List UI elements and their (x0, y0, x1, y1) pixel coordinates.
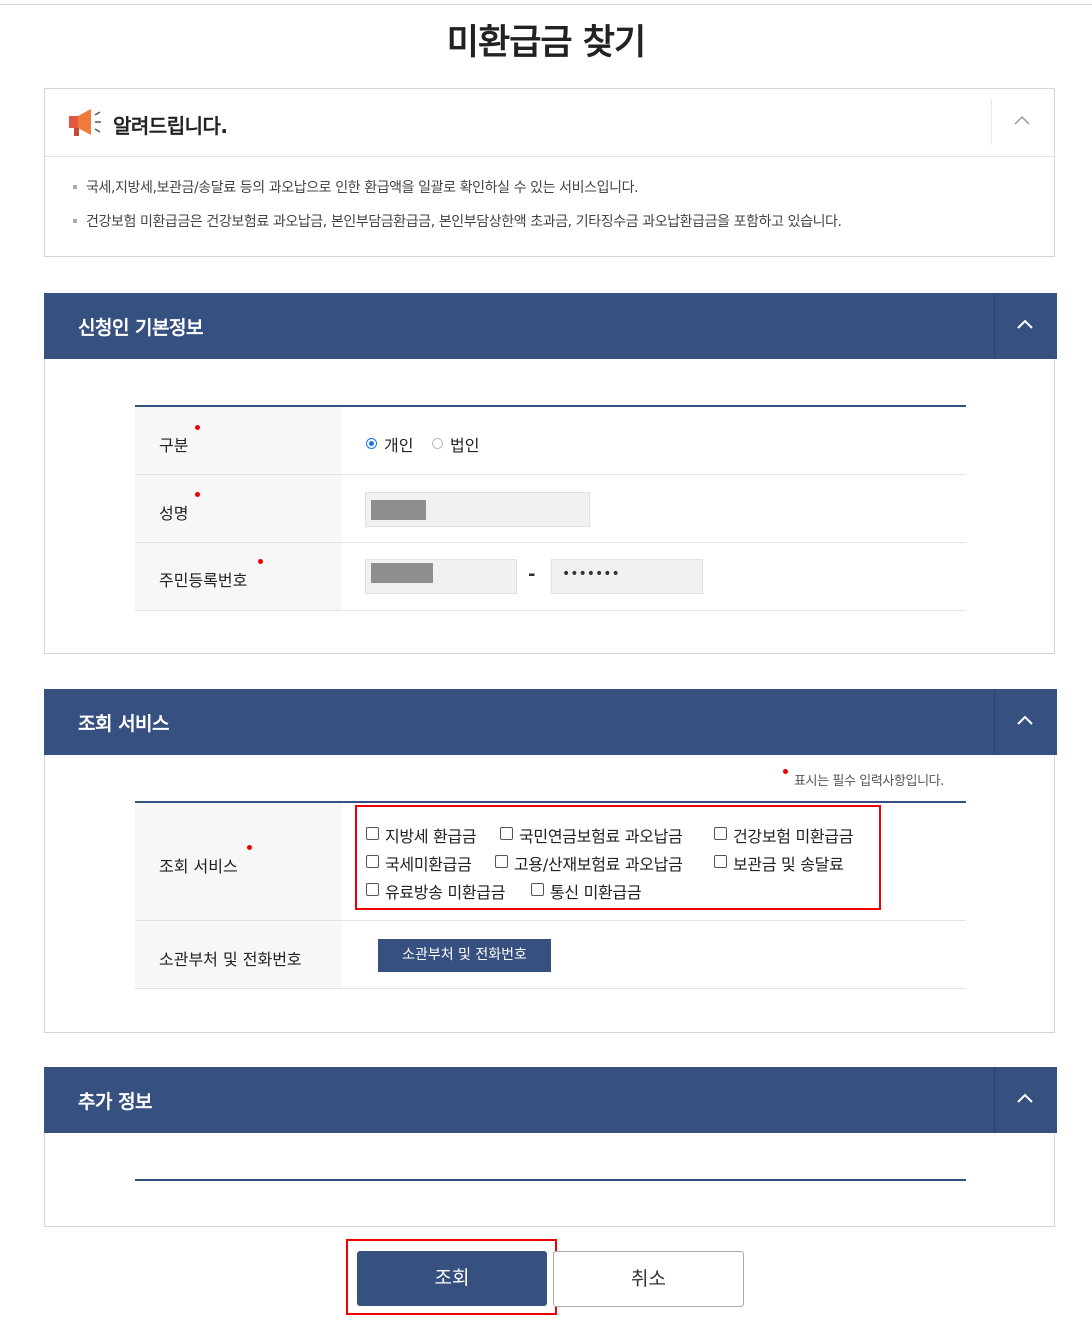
type-header-cell: 구분 (135, 407, 342, 474)
type-row: 구분 개인 법인 (135, 407, 966, 475)
extra-collapse-toggle[interactable] (994, 1067, 1057, 1133)
checkbox-health-insurance-refund[interactable] (714, 827, 727, 840)
type-value-cell: 개인 법인 (342, 407, 966, 474)
service-section-header: 조회 서비스 (44, 689, 1057, 755)
dept-header-cell: 소관부처 및 전화번호 (135, 921, 342, 988)
required-dot (195, 492, 200, 497)
notice-collapse-toggle[interactable] (991, 99, 1054, 145)
required-dot (258, 559, 263, 564)
notice-line: 국세,지방세,보관금/송달료 등의 과오납으로 인한 환급액을 일괄로 확인하실… (73, 177, 842, 211)
chevron-up-icon (1017, 319, 1033, 329)
page-title: 미환급금 찾기 (446, 23, 646, 63)
checkbox-label[interactable]: 지방세 환급금 (385, 823, 477, 847)
required-dot (783, 769, 788, 774)
notice-title: 알려드립니다. (113, 114, 228, 138)
service-row: 조회 서비스 지방세 환급금 국민연금보험료 과오납금 건강보험 미환급금 국세… (135, 803, 966, 921)
dept-row: 소관부처 및 전화번호 소관부처 및 전화번호 (135, 921, 966, 989)
rrn-back-input[interactable]: ••••••• (551, 559, 703, 594)
checkbox-label[interactable]: 국세미환급금 (385, 851, 472, 875)
checkbox-label[interactable]: 통신 미환급금 (550, 879, 642, 903)
dept-phone-button[interactable]: 소관부처 및 전화번호 (378, 939, 551, 972)
service-label: 조회 서비스 (159, 857, 238, 876)
checkbox-label[interactable]: 고용/산재보험료 과오납금 (514, 851, 683, 875)
dept-value-cell: 소관부처 및 전화번호 (342, 921, 966, 988)
radio-corporation-label[interactable]: 법인 (450, 432, 479, 456)
applicant-section-title: 신청인 기본정보 (78, 317, 203, 339)
extra-section-title: 추가 정보 (78, 1091, 153, 1113)
name-label: 성명 (159, 504, 189, 523)
top-divider (0, 4, 1092, 5)
notice-line: 건강보험 미환급금은 건강보험료 과오납금, 본인부담금환급금, 본인부담상한액… (73, 211, 842, 245)
checkbox-deposit-and-service-fee[interactable] (714, 855, 727, 868)
notice-box: 알려드립니다. 국세,지방세,보관금/송달료 등의 과오납으로 인한 환급액을 … (44, 88, 1055, 257)
name-input[interactable] (365, 492, 590, 527)
checkbox-employment-insurance-overpayment[interactable] (495, 855, 508, 868)
chevron-up-icon (1017, 715, 1033, 725)
service-form-table: 조회 서비스 지방세 환급금 국민연금보험료 과오납금 건강보험 미환급금 국세… (135, 801, 966, 989)
checkbox-label[interactable]: 보관금 및 송달료 (733, 851, 844, 875)
radio-corporation[interactable] (432, 438, 443, 449)
notice-line-text: 국세,지방세,보관금/송달료 등의 과오납으로 인한 환급액을 일괄로 확인하실… (86, 180, 639, 196)
name-header-cell: 성명 (135, 475, 342, 542)
name-value-cell (342, 475, 966, 542)
checkbox-local-tax-refund[interactable] (366, 827, 379, 840)
notice-header: 알려드립니다. (45, 89, 1054, 157)
radio-individual[interactable] (366, 438, 377, 449)
chevron-up-icon (1017, 1093, 1033, 1103)
masked-rrn-front (371, 563, 433, 583)
bullet-icon (73, 219, 77, 223)
notice-body: 국세,지방세,보관금/송달료 등의 과오납으로 인한 환급액을 일괄로 확인하실… (73, 177, 842, 245)
checkbox-label[interactable]: 국민연금보험료 과오납금 (519, 823, 683, 847)
checkbox-telecom-refund[interactable] (531, 883, 544, 896)
search-button[interactable]: 조회 (357, 1251, 547, 1306)
chevron-up-icon (1014, 115, 1030, 125)
extra-section: 추가 정보 (44, 1067, 1057, 1227)
service-section-title: 조회 서비스 (78, 713, 170, 735)
service-section: 조회 서비스 표시는 필수 입력사항입니다. 조회 서비스 지방세 환급금 국민… (44, 689, 1057, 1033)
service-collapse-toggle[interactable] (994, 689, 1057, 755)
name-row: 성명 (135, 475, 966, 543)
applicant-form-table: 구분 개인 법인 성명 주민등록번호 - ••••••• (135, 405, 966, 611)
applicant-section-header: 신청인 기본정보 (44, 293, 1057, 359)
checkbox-pay-tv-refund[interactable] (366, 883, 379, 896)
service-header-cell: 조회 서비스 (135, 803, 342, 920)
radio-individual-label[interactable]: 개인 (384, 432, 413, 456)
notice-line-text: 건강보험 미환급금은 건강보험료 과오납금, 본인부담금환급금, 본인부담상한액… (86, 214, 842, 230)
required-note: 표시는 필수 입력사항입니다. (794, 774, 944, 789)
extra-form-table (135, 1179, 966, 1181)
checkbox-national-pension-overpayment[interactable] (500, 827, 513, 840)
applicant-section: 신청인 기본정보 구분 개인 법인 성명 주민등록번호 - ••••••• (44, 293, 1057, 654)
bullet-icon (73, 185, 77, 189)
rrn-label: 주민등록번호 (159, 571, 248, 590)
type-label: 구분 (159, 436, 189, 455)
required-dot (195, 425, 200, 430)
rrn-back-value: ••••••• (562, 566, 620, 582)
rrn-separator: - (528, 564, 536, 585)
checkbox-national-tax-refund[interactable] (366, 855, 379, 868)
dept-label: 소관부처 및 전화번호 (159, 950, 302, 969)
extra-section-header: 추가 정보 (44, 1067, 1057, 1133)
rrn-value-cell: - ••••••• (342, 543, 966, 610)
rrn-row: 주민등록번호 - ••••••• (135, 543, 966, 611)
checkbox-label[interactable]: 유료방송 미환급금 (385, 879, 505, 903)
service-value-cell: 지방세 환급금 국민연금보험료 과오납금 건강보험 미환급금 국세미환급금 고용… (342, 803, 966, 920)
masked-name (371, 500, 426, 520)
applicant-collapse-toggle[interactable] (994, 293, 1057, 359)
required-dot (247, 845, 252, 850)
rrn-front-input[interactable] (365, 559, 517, 594)
rrn-header-cell: 주민등록번호 (135, 543, 342, 610)
checkbox-label[interactable]: 건강보험 미환급금 (733, 823, 853, 847)
megaphone-icon (69, 109, 101, 136)
cancel-button[interactable]: 취소 (553, 1251, 744, 1307)
